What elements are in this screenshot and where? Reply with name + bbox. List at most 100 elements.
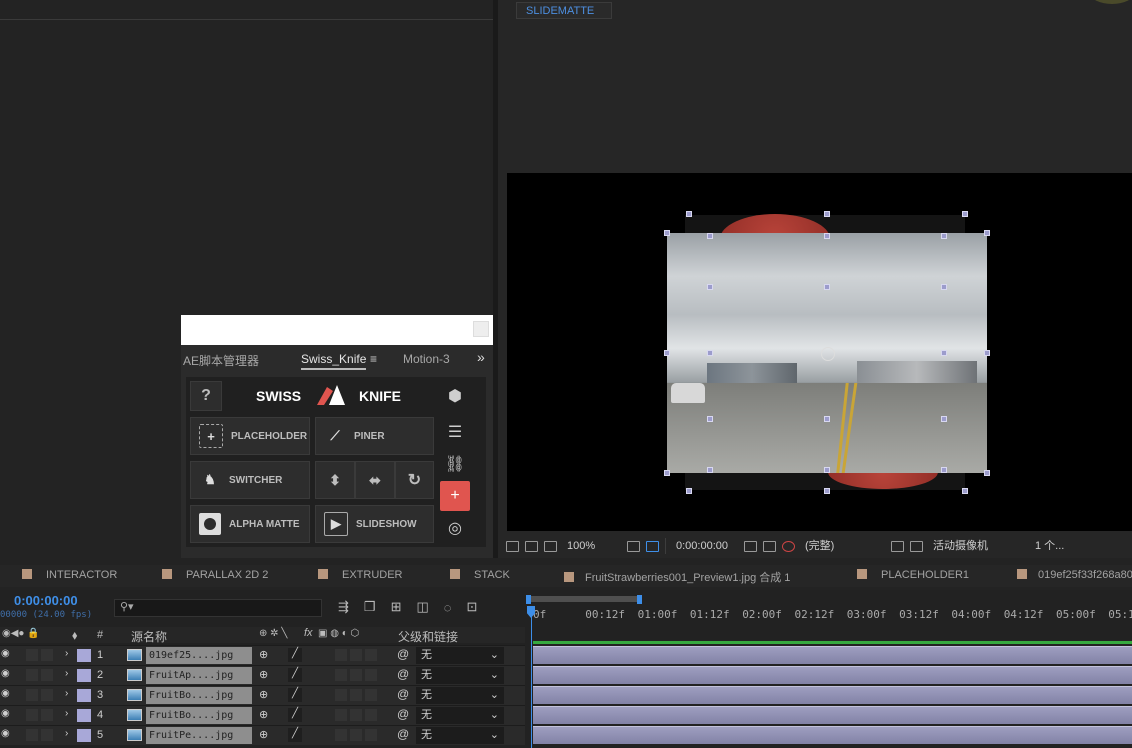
transform-handle[interactable]: [824, 284, 830, 290]
transform-handle[interactable]: [941, 233, 947, 239]
floating-panel-titlebar[interactable]: [181, 315, 493, 345]
layer-source-name[interactable]: FruitBo....jpg: [146, 707, 252, 724]
panel-overflow-icon[interactable]: »: [477, 349, 485, 365]
transform-handle[interactable]: [941, 467, 947, 473]
layer-source-name[interactable]: FruitBo....jpg: [146, 687, 252, 704]
switch-box[interactable]: [365, 669, 377, 681]
shy-switch-icon[interactable]: ⊕: [259, 688, 268, 701]
quality-switch-icon[interactable]: ╱: [288, 708, 302, 722]
settings-hex-icon[interactable]: ⬢: [440, 381, 470, 411]
transform-handle[interactable]: [984, 470, 990, 476]
draft-3d-icon[interactable]: ❒: [364, 599, 376, 615]
transparency-grid-icon[interactable]: [910, 540, 923, 552]
layer-duration-bar[interactable]: [533, 686, 1132, 704]
solo-toggle[interactable]: [41, 709, 53, 721]
switch-box[interactable]: [335, 649, 347, 661]
transform-handle[interactable]: [664, 230, 670, 236]
shy-switch-icon[interactable]: ⊕: [259, 728, 268, 741]
source-name-header[interactable]: 源名称: [131, 628, 167, 645]
switch-box[interactable]: [365, 709, 377, 721]
transform-handle[interactable]: [984, 230, 990, 236]
solo-toggle[interactable]: [41, 689, 53, 701]
placeholder-button[interactable]: + PLACEHOLDER: [190, 417, 310, 455]
parent-pickwhip-icon[interactable]: @: [397, 707, 409, 721]
expand-chevron-icon[interactable]: ›: [65, 648, 68, 659]
resolution-dropdown[interactable]: (完整): [801, 538, 885, 555]
label-color-swatch[interactable]: [77, 729, 91, 742]
parent-pickwhip-icon[interactable]: @: [397, 667, 409, 681]
comp-tab-extruder[interactable]: EXTRUDER: [318, 569, 403, 581]
label-color-swatch[interactable]: [77, 669, 91, 682]
switch-box[interactable]: [335, 669, 347, 681]
audio-toggle[interactable]: [26, 709, 38, 721]
shy-switch-icon[interactable]: ⊕: [259, 708, 268, 721]
layer-search-input[interactable]: ⚲▾: [114, 599, 322, 617]
transform-handle[interactable]: [707, 350, 713, 356]
layer-duration-bar[interactable]: [533, 646, 1132, 664]
switch-box[interactable]: [365, 689, 377, 701]
comp-tab-stack[interactable]: STACK: [450, 569, 510, 581]
eye-icon[interactable]: ◉: [1, 648, 10, 659]
parent-dropdown[interactable]: 无 ⌄: [416, 707, 504, 724]
motion-blur-icon[interactable]: ◫: [416, 599, 428, 615]
anchor-point-icon[interactable]: [821, 347, 835, 361]
layer-duration-bar[interactable]: [533, 726, 1132, 744]
eye-icon[interactable]: ◉: [1, 668, 10, 679]
swap-vertical-button[interactable]: ⬍: [315, 461, 355, 499]
close-icon[interactable]: [473, 321, 489, 337]
switch-box[interactable]: [350, 649, 362, 661]
switch-box[interactable]: [350, 689, 362, 701]
hide-shy-layers-icon[interactable]: ⇶: [338, 599, 349, 615]
switch-box[interactable]: [350, 729, 362, 741]
transform-handle[interactable]: [824, 467, 830, 473]
comp-tab-placeholder1[interactable]: PLACEHOLDER1: [857, 569, 969, 581]
layer-row[interactable]: ◉ › 5 FruitPe....jpg ⊕ ╱ @ 无 ⌄: [0, 725, 525, 745]
monitor-icon[interactable]: [525, 540, 538, 552]
layer-source-name[interactable]: 019ef25....jpg: [146, 647, 252, 664]
transform-handle[interactable]: [941, 350, 947, 356]
transform-handle[interactable]: [941, 416, 947, 422]
label-color-swatch[interactable]: [77, 689, 91, 702]
graph-editor-toggle-icon[interactable]: ⊡: [467, 599, 478, 615]
comp-tab-interactor[interactable]: INTERACTOR: [22, 569, 117, 581]
graph-editor-icon[interactable]: ◌: [444, 600, 452, 615]
alpha-matte-button[interactable]: ALPHA MATTE: [190, 505, 310, 543]
solo-toggle[interactable]: [41, 729, 53, 741]
expand-chevron-icon[interactable]: ›: [65, 688, 68, 699]
parent-pickwhip-icon[interactable]: @: [397, 727, 409, 741]
parent-dropdown[interactable]: 无 ⌄: [416, 667, 504, 684]
transform-handle[interactable]: [824, 416, 830, 422]
timeline-timecode[interactable]: 0:00:00:00: [14, 593, 78, 608]
parent-dropdown[interactable]: 无 ⌄: [416, 727, 504, 744]
help-button[interactable]: ?: [190, 381, 222, 411]
layer-row[interactable]: ◉ › 2 FruitAp....jpg ⊕ ╱ @ 无 ⌄: [0, 665, 525, 685]
work-area-end-handle[interactable]: [637, 595, 642, 604]
quality-switch-icon[interactable]: ╱: [288, 648, 302, 662]
transform-handle[interactable]: [962, 488, 968, 494]
quality-switch-icon[interactable]: ╱: [288, 728, 302, 742]
layer-duration-bar[interactable]: [533, 666, 1132, 684]
shy-switch-icon[interactable]: ⊕: [259, 648, 268, 661]
mask-visibility-icon[interactable]: [646, 540, 659, 552]
transform-handle[interactable]: [962, 211, 968, 217]
transform-handle[interactable]: [707, 467, 713, 473]
region-of-interest-icon[interactable]: [891, 540, 904, 552]
switch-box[interactable]: [350, 709, 362, 721]
always-preview-icon[interactable]: [506, 540, 519, 552]
tab-ae-script-manager[interactable]: AE脚本管理器: [183, 352, 259, 369]
frame-blending-icon[interactable]: ⊞: [391, 599, 402, 615]
switch-box[interactable]: [350, 669, 362, 681]
zoom-dropdown[interactable]: 100%: [563, 538, 621, 555]
layer-source-name[interactable]: FruitPe....jpg: [146, 727, 252, 744]
eye-icon[interactable]: ◉: [1, 688, 10, 699]
audio-toggle[interactable]: [26, 669, 38, 681]
switch-box[interactable]: [335, 729, 347, 741]
layer-duration-bar[interactable]: [533, 706, 1132, 724]
slideshow-button[interactable]: ▶ SLIDESHOW: [315, 505, 434, 543]
camera-snapshot-icon[interactable]: [744, 540, 757, 552]
lifebuoy-icon[interactable]: ◎: [440, 513, 470, 543]
transform-handle[interactable]: [941, 284, 947, 290]
parent-pickwhip-icon[interactable]: @: [397, 647, 409, 661]
solo-toggle[interactable]: [41, 669, 53, 681]
transform-handle[interactable]: [707, 284, 713, 290]
